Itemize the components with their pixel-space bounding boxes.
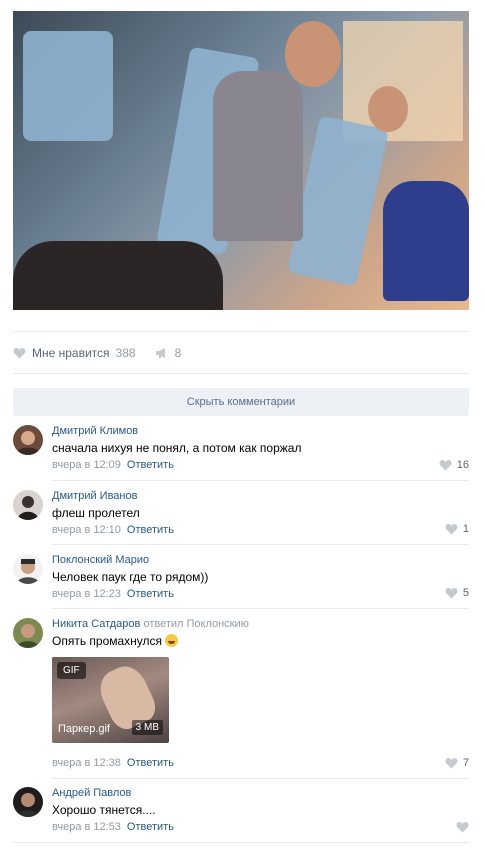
photo-person	[213, 71, 303, 241]
comment-text-content: Опять промахнулся	[52, 634, 163, 648]
comment-time[interactable]: вчера в 12:09	[52, 459, 121, 471]
laughing-emoji-icon	[165, 634, 179, 647]
divider	[13, 373, 469, 374]
comment-like[interactable]: 5	[445, 587, 469, 599]
comment-author[interactable]: Дмитрий Климов	[52, 425, 469, 438]
comment-author[interactable]: Андрей Павлов	[52, 787, 469, 800]
photo-person-head	[368, 86, 408, 132]
reply-button[interactable]: Ответить	[127, 821, 174, 833]
avatar[interactable]	[13, 554, 43, 584]
comment-meta: вчера в 12:53 Ответить	[52, 821, 469, 834]
comment-text: Опять промахнулся	[52, 634, 469, 649]
comment-meta: вчера в 12:09 Ответить	[52, 459, 469, 472]
reply-button[interactable]: Ответить	[127, 459, 174, 471]
divider	[52, 480, 469, 481]
heart-icon[interactable]	[13, 347, 26, 359]
comment-like-count: 1	[462, 523, 469, 535]
comment-author-name[interactable]: Никита Сатдаров	[52, 618, 140, 630]
comment-time[interactable]: вчера в 12:10	[52, 524, 121, 536]
comment-like-count: 5	[462, 587, 469, 599]
comment-item: Поклонский Марио Человек паук где то ряд…	[13, 554, 469, 604]
divider	[52, 608, 469, 609]
avatar[interactable]	[13, 425, 43, 455]
heart-icon	[445, 523, 458, 535]
gif-filename: Паркер.gif	[58, 723, 110, 735]
comment-author[interactable]: Дмитрий Иванов	[52, 490, 469, 503]
comment-item: Андрей Павлов Хорошо тянется.... вчера в…	[13, 787, 469, 837]
gif-filesize: 3 MB	[131, 720, 163, 735]
photo-person-head	[285, 21, 341, 87]
heart-icon	[456, 821, 469, 833]
comment-time[interactable]: вчера в 12:38	[52, 757, 121, 769]
post-photo[interactable]	[13, 11, 469, 310]
divider	[13, 331, 469, 332]
comment-author[interactable]: Поклонский Марио	[52, 554, 469, 567]
comment-text: Хорошо тянется....	[52, 803, 156, 817]
avatar[interactable]	[13, 618, 43, 648]
avatar[interactable]	[13, 787, 43, 817]
divider	[52, 544, 469, 545]
divider	[52, 778, 469, 779]
comment-item: Никита Сатдаров ответил Поклонскию Опять…	[13, 618, 469, 773]
megaphone-icon[interactable]	[155, 347, 169, 359]
comment-body: Поклонский Марио Человек паук где то ряд…	[52, 554, 469, 601]
comment-time[interactable]: вчера в 12:53	[52, 821, 121, 833]
heart-icon	[445, 757, 458, 769]
comment-like-count: 16	[456, 459, 469, 471]
hide-comments-button[interactable]: Скрыть комментарии	[13, 388, 469, 416]
comment-like[interactable]: 16	[439, 459, 469, 471]
comment-like[interactable]	[456, 821, 469, 833]
comment-body: Никита Сатдаров ответил Поклонскию Опять…	[52, 618, 469, 770]
comment-like[interactable]: 1	[445, 523, 469, 535]
comment-item: Дмитрий Иванов флеш пролетел вчера в 12:…	[13, 490, 469, 540]
reply-button[interactable]: Ответить	[127, 757, 174, 769]
post-actions: Мне нравится 388 8	[13, 343, 181, 363]
share-count: 8	[174, 346, 182, 360]
comment-meta: вчера в 12:38 Ответить	[52, 757, 469, 770]
photo-person	[13, 241, 223, 310]
comment-item: Дмитрий Климов сначала нихуя не понял, а…	[13, 425, 469, 475]
heart-icon	[445, 587, 458, 599]
photo-seat	[23, 31, 113, 141]
comment-like[interactable]: 7	[445, 757, 469, 769]
heart-icon	[439, 459, 452, 471]
comment-body: Андрей Павлов Хорошо тянется.... вчера в…	[52, 787, 469, 834]
comment-time[interactable]: вчера в 12:23	[52, 588, 121, 600]
reply-button[interactable]: Ответить	[127, 524, 174, 536]
gif-badge: GIF	[57, 662, 86, 679]
photo-person	[383, 181, 469, 301]
like-label[interactable]: Мне нравится	[32, 346, 110, 360]
comment-like-count: 7	[462, 757, 469, 769]
comment-author: Никита Сатдаров ответил Поклонскию	[52, 618, 469, 631]
comment-text: сначала нихуя не понял, а потом как порж…	[52, 441, 302, 455]
comment-body: Дмитрий Иванов флеш пролетел вчера в 12:…	[52, 490, 469, 537]
comment-meta: вчера в 12:23 Ответить	[52, 588, 469, 601]
divider	[13, 842, 469, 843]
comment-text: флеш пролетел	[52, 506, 140, 520]
reply-button[interactable]: Ответить	[127, 588, 174, 600]
comment-text: Человек паук где то рядом))	[52, 570, 209, 584]
avatar[interactable]	[13, 490, 43, 520]
replied-to[interactable]: ответил Поклонскию	[143, 618, 248, 630]
like-count: 388	[115, 346, 136, 360]
gif-attachment[interactable]: GIF Паркер.gif 3 MB	[52, 657, 169, 743]
comment-meta: вчера в 12:10 Ответить	[52, 524, 469, 537]
comment-body: Дмитрий Климов сначала нихуя не понял, а…	[52, 425, 469, 472]
